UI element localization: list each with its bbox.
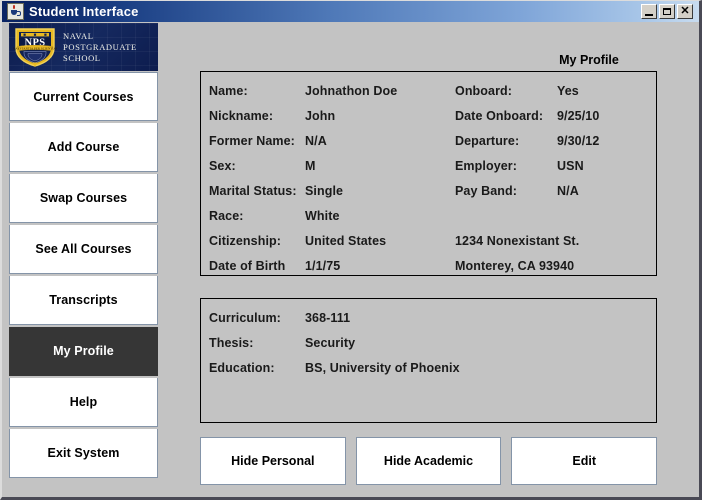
info-row: Date of Birth 1/1/75 Monterey, CA 93940 bbox=[201, 254, 656, 279]
info-row: Education: BS, University of Phoenix bbox=[201, 356, 656, 381]
sidebar-item-label: Exit System bbox=[47, 446, 120, 460]
close-icon: ✕ bbox=[680, 5, 690, 17]
sidebar-item-label: Add Course bbox=[47, 140, 120, 154]
field-label-right: Pay Band: bbox=[455, 184, 518, 198]
sidebar-item-label: Current Courses bbox=[33, 89, 134, 104]
field-value-right: Yes bbox=[557, 84, 579, 98]
svg-text:PRAESTANTIA PER SCIENTIAM: PRAESTANTIA PER SCIENTIAM bbox=[13, 47, 57, 51]
field-label: Former Name: bbox=[209, 134, 295, 148]
sidebar-item-swap-courses[interactable]: Swap Courses bbox=[9, 174, 158, 223]
field-label: Citizenship: bbox=[209, 234, 282, 248]
field-value: N/A bbox=[305, 134, 327, 148]
personal-info-panel: Name: Johnathon Doe Onboard: Yes Nickname: Jo… bbox=[200, 71, 657, 276]
window-title: Student Interface bbox=[29, 4, 139, 19]
sidebar-item-add-course[interactable]: Add Course bbox=[9, 123, 158, 172]
sidebar-item-label: Swap Courses bbox=[39, 191, 128, 205]
sidebar-item-exit-system[interactable]: Exit System bbox=[9, 429, 158, 478]
hide-academic-button[interactable]: Hide Academic bbox=[355, 437, 502, 485]
hide-personal-button[interactable]: Hide Personal bbox=[200, 437, 346, 485]
field-value: Single bbox=[305, 184, 344, 198]
info-row: Former Name: N/A Departure: 9/30/12 bbox=[201, 129, 656, 154]
edit-button[interactable]: Edit bbox=[511, 437, 658, 485]
title-bar-left: Student Interface bbox=[2, 3, 139, 20]
field-value-right: 9/30/12 bbox=[557, 134, 600, 148]
field-label-right: Date Onboard: bbox=[455, 109, 544, 123]
field-value: United States bbox=[305, 234, 387, 248]
field-label: Thesis: bbox=[209, 336, 254, 350]
field-label: Marital Status: bbox=[209, 184, 297, 198]
field-value: John bbox=[305, 109, 336, 123]
info-row: Race: White bbox=[201, 204, 656, 229]
sidebar: NPS PRAESTANTIA PER SCIENTIAM NAVAL POST… bbox=[9, 23, 158, 485]
logo-line-2: POSTGRADUATE bbox=[63, 41, 137, 52]
sidebar-item-label: My Profile bbox=[53, 344, 114, 358]
info-row: Name: Johnathon Doe Onboard: Yes bbox=[201, 79, 656, 104]
sidebar-nav: Current Courses Add Course Swap Courses See… bbox=[9, 72, 158, 478]
logo-line-3: SCHOOL bbox=[63, 52, 101, 63]
window-controls: ✕ bbox=[641, 4, 693, 19]
field-label: Date of Birth bbox=[209, 259, 286, 273]
sidebar-item-label: Help bbox=[69, 395, 98, 409]
logo-line-1: NAVAL bbox=[63, 30, 94, 41]
sidebar-item-label: Transcripts bbox=[49, 293, 118, 307]
field-value: 1/1/75 bbox=[305, 259, 341, 273]
info-row: Thesis: Security bbox=[201, 331, 656, 356]
page-title: My Profile bbox=[559, 53, 619, 67]
field-value-right: USN bbox=[557, 159, 584, 173]
field-value: White bbox=[305, 209, 340, 223]
info-row: Curriculum: 368-111 bbox=[201, 306, 656, 331]
sidebar-item-help[interactable]: Help bbox=[9, 378, 158, 427]
field-value-right: N/A bbox=[557, 184, 579, 198]
field-value: Security bbox=[305, 336, 356, 350]
java-coffee-cup-icon bbox=[7, 3, 24, 20]
info-row: Marital Status: Single Pay Band: N/A bbox=[201, 179, 656, 204]
main-panel: My Profile Name: Johnathon Doe Onboard: Yes… bbox=[169, 22, 694, 497]
field-label-right: Departure: bbox=[455, 134, 520, 148]
field-value: BS, University of Phoenix bbox=[305, 361, 460, 375]
sidebar-item-my-profile[interactable]: My Profile bbox=[9, 327, 158, 376]
field-label: Sex: bbox=[209, 159, 236, 173]
academic-info-panel: Curriculum: 368-111 Thesis: Security Educati… bbox=[200, 298, 657, 423]
button-label: Hide Academic bbox=[383, 454, 474, 468]
field-value: M bbox=[305, 159, 316, 173]
button-label: Edit bbox=[572, 454, 596, 468]
field-value: Johnathon Doe bbox=[305, 84, 398, 98]
content-area: NPS PRAESTANTIA PER SCIENTIAM NAVAL POST… bbox=[2, 22, 699, 497]
info-row: Nickname: John Date Onboard: 9/25/10 bbox=[201, 104, 656, 129]
nps-logo-wordmark: NAVAL POSTGRADUATE SCHOOL bbox=[63, 31, 137, 64]
address-line: 1234 Nonexistant St. bbox=[455, 234, 580, 248]
field-label: Nickname: bbox=[209, 109, 274, 123]
field-value: 368-111 bbox=[305, 311, 351, 325]
info-row: Citizenship: United States 1234 Nonexistan… bbox=[201, 229, 656, 254]
minimize-button[interactable] bbox=[641, 4, 657, 19]
button-label: Hide Personal bbox=[231, 454, 315, 468]
close-button[interactable]: ✕ bbox=[677, 4, 693, 19]
field-label-right: Onboard: bbox=[455, 84, 513, 98]
address-line: Monterey, CA 93940 bbox=[455, 259, 575, 273]
field-label: Education: bbox=[209, 361, 275, 375]
field-label: Name: bbox=[209, 84, 248, 98]
sidebar-item-see-all-courses[interactable]: See All Courses bbox=[9, 225, 158, 274]
application-window: Student Interface ✕ NPS PRAESTANTIA PER … bbox=[0, 0, 702, 500]
nps-shield-icon: NPS PRAESTANTIA PER SCIENTIAM bbox=[13, 26, 57, 68]
sidebar-item-label: See All Courses bbox=[35, 242, 132, 256]
action-button-row: Hide Personal Hide Academic Edit bbox=[200, 437, 658, 485]
sidebar-item-transcripts[interactable]: Transcripts bbox=[9, 276, 158, 325]
field-label-right: Employer: bbox=[455, 159, 518, 173]
nps-logo-banner: NPS PRAESTANTIA PER SCIENTIAM NAVAL POST… bbox=[9, 23, 158, 71]
title-bar: Student Interface ✕ bbox=[2, 1, 699, 22]
sidebar-item-current-courses[interactable]: Current Courses bbox=[9, 72, 158, 121]
field-label: Race: bbox=[209, 209, 244, 223]
maximize-button[interactable] bbox=[659, 4, 675, 19]
field-label: Curriculum: bbox=[209, 311, 281, 325]
info-row: Sex: M Employer: USN bbox=[201, 154, 656, 179]
field-value-right: 9/25/10 bbox=[557, 109, 600, 123]
